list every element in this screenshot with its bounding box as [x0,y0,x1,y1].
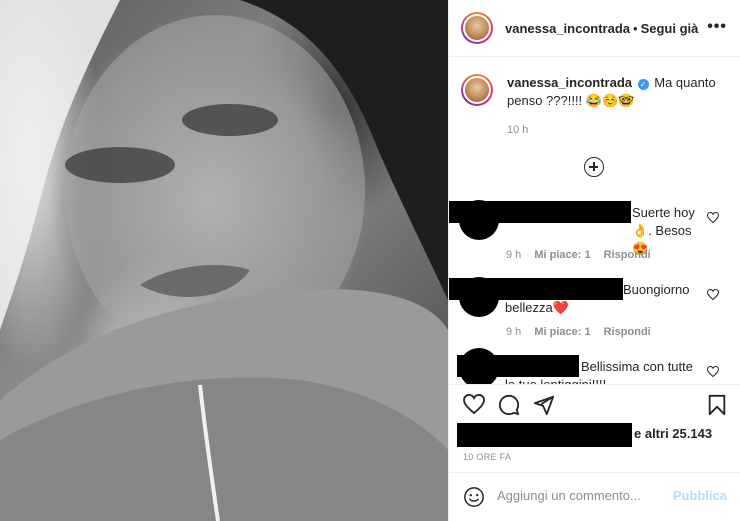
like-comment-heart-icon[interactable] [707,289,719,300]
bookmark-icon[interactable] [707,394,727,416]
comment-likes[interactable]: Mi piace: 1 [534,249,590,261]
post-timestamp[interactable]: 10 ORE FA [463,452,511,462]
heart-icon[interactable] [463,394,485,414]
post-caption: vanessa_incontrada ✓ Ma quanto penso ???… [461,74,731,110]
caption-time: 10 h [507,124,529,136]
comment-meta: 9 h Mi piace: 1 Rispondi [506,326,661,338]
comment-text: Buongiorno bellezza❤️ [505,282,690,315]
add-comment-bar: Aggiungi un commento... Pubblica [449,472,740,521]
comment-text: Bellissima con tutte le tue lentiggini!!… [505,359,693,384]
following-button[interactable]: Segui già [641,21,699,36]
publish-button[interactable]: Pubblica [673,488,727,503]
share-icon[interactable] [533,394,555,416]
comment-time: 9 h [506,326,522,338]
like-comment-heart-icon[interactable] [707,212,719,223]
caption-username[interactable]: vanessa_incontrada [507,75,632,90]
likes-count[interactable]: e altri 25.143 [634,426,712,441]
divider [449,384,740,385]
comment-item: Bellissima con tutte le tue lentiggini!!… [449,346,740,384]
portrait-illustration [0,0,448,521]
author-username[interactable]: vanessa_incontrada [505,21,630,36]
comment-likes[interactable]: Mi piace: 1 [534,326,590,338]
like-comment-heart-icon[interactable] [707,366,719,377]
more-options-icon[interactable]: ••• [707,18,727,36]
caption-avatar[interactable] [461,74,493,106]
separator-dot: • [633,20,638,36]
plus-circle-icon[interactable] [584,157,604,177]
verified-icon: ✓ [637,79,649,90]
post-side-panel: vanessa_incontrada • Segui già ••• vanes… [448,0,740,521]
comment-meta: 9 h Mi piace: 1 Rispondi [506,249,661,261]
redacted-likers [457,423,632,447]
comment-time: 9 h [506,249,522,261]
comment-icon[interactable] [498,394,520,416]
author-avatar[interactable] [461,12,493,44]
smile-icon[interactable] [463,486,485,508]
post-header: vanessa_incontrada • Segui già ••• [449,0,740,57]
post-photo[interactable] [0,0,448,521]
redacted-username [449,201,631,223]
reply-button[interactable]: Rispondi [604,249,651,261]
reply-button[interactable]: Rispondi [604,326,651,338]
post-actions [449,390,740,420]
comment-input[interactable]: Aggiungi un commento... [497,488,641,503]
